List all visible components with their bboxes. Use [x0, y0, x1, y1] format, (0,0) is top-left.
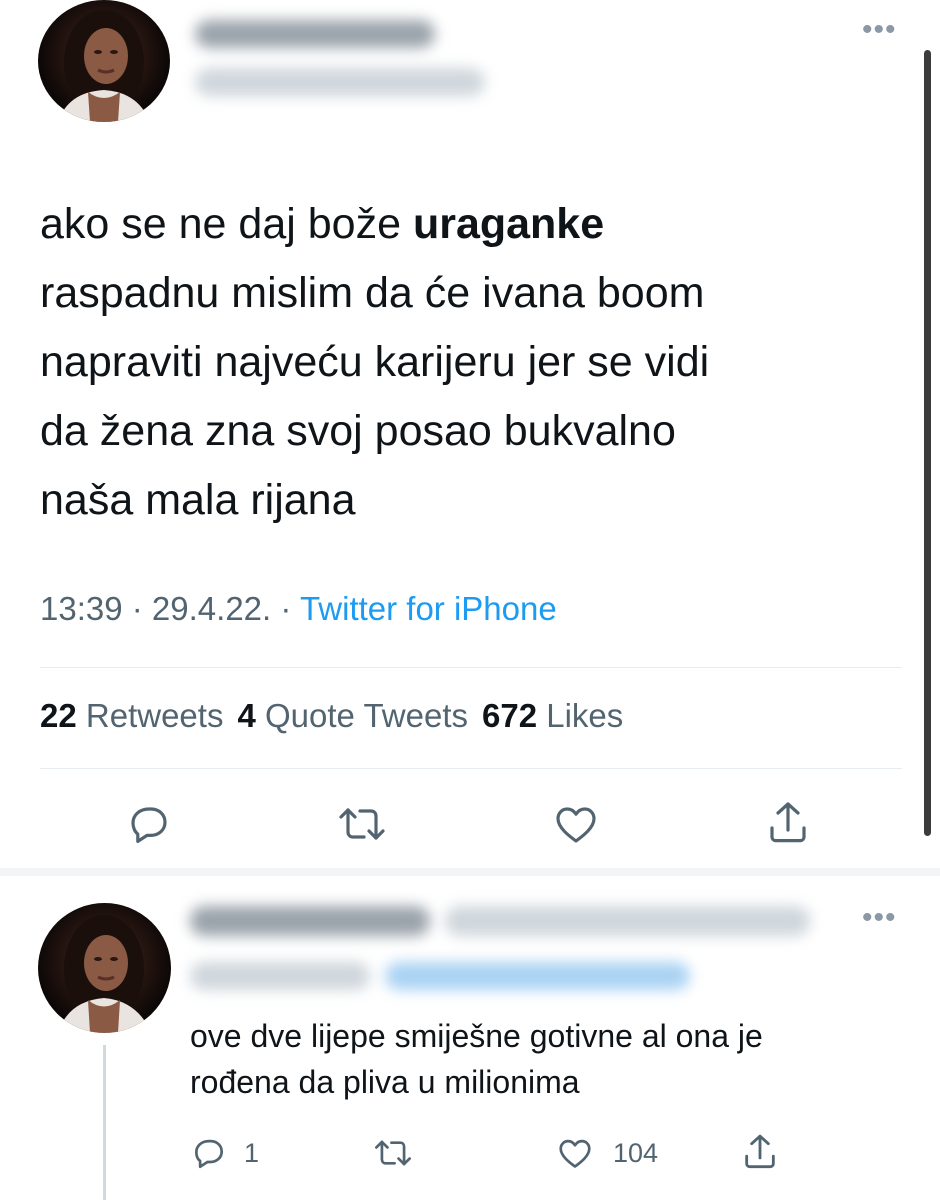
reply-more-options-icon[interactable]: ••• — [862, 903, 897, 933]
divider-top — [40, 667, 902, 668]
author-avatar[interactable] — [38, 0, 170, 122]
reply-avatar-photo — [58, 915, 151, 1033]
reply-icon[interactable] — [125, 800, 173, 848]
reply-like-button[interactable]: 104 — [555, 1134, 658, 1172]
author-handle-redacted[interactable] — [195, 68, 485, 96]
divider-bottom — [40, 768, 902, 769]
replying-to-label-redacted — [190, 962, 370, 990]
reply-reply-icon — [190, 1134, 228, 1172]
reply-reply-button[interactable]: 1 — [190, 1134, 259, 1172]
tweet-separator — [0, 868, 940, 876]
tweet-date: 29.4.22. — [151, 590, 272, 627]
retweet-icon[interactable] — [336, 800, 388, 848]
retweets-stat[interactable]: 22 Retweets — [40, 697, 223, 734]
reply-author-handle-redacted[interactable] — [445, 906, 810, 936]
tweet-text-bold: uraganke — [412, 200, 605, 248]
more-options-icon[interactable]: ••• — [862, 15, 897, 45]
reply-author-name-redacted[interactable] — [190, 906, 430, 936]
reply-retweet-icon[interactable] — [372, 1134, 414, 1172]
tweet-meta: 13:39 · 29.4.22. · Twitter for iPhone — [40, 590, 557, 627]
scrollbar[interactable] — [924, 50, 931, 836]
reply-like-icon — [555, 1134, 595, 1172]
reply-reply-count: 1 — [244, 1137, 260, 1168]
tweet-text: ako se ne daj bože uraganke raspadnu mis… — [40, 200, 710, 524]
tweet-time: 13:39 — [40, 590, 123, 627]
reply-share-icon[interactable] — [740, 1131, 780, 1173]
thread-line — [103, 1045, 106, 1200]
reply-like-count: 104 — [613, 1137, 659, 1168]
avatar-photo — [58, 10, 150, 122]
quotes-stat[interactable]: 4 Quote Tweets — [237, 697, 468, 734]
tweet-stats: 22 Retweets 4 Quote Tweets 672 Likes — [40, 697, 623, 735]
share-icon[interactable] — [764, 798, 812, 848]
reply-author-avatar[interactable] — [38, 903, 171, 1033]
tweet-source-link[interactable]: Twitter for iPhone — [300, 590, 557, 627]
author-name-redacted[interactable] — [195, 20, 435, 48]
replying-to-handle-redacted[interactable] — [385, 962, 690, 990]
likes-stat[interactable]: 672 Likes — [482, 697, 623, 734]
reply-text: ove dve lijepe smiješne gotivne al ona j… — [190, 1018, 763, 1100]
like-icon[interactable] — [552, 800, 600, 848]
